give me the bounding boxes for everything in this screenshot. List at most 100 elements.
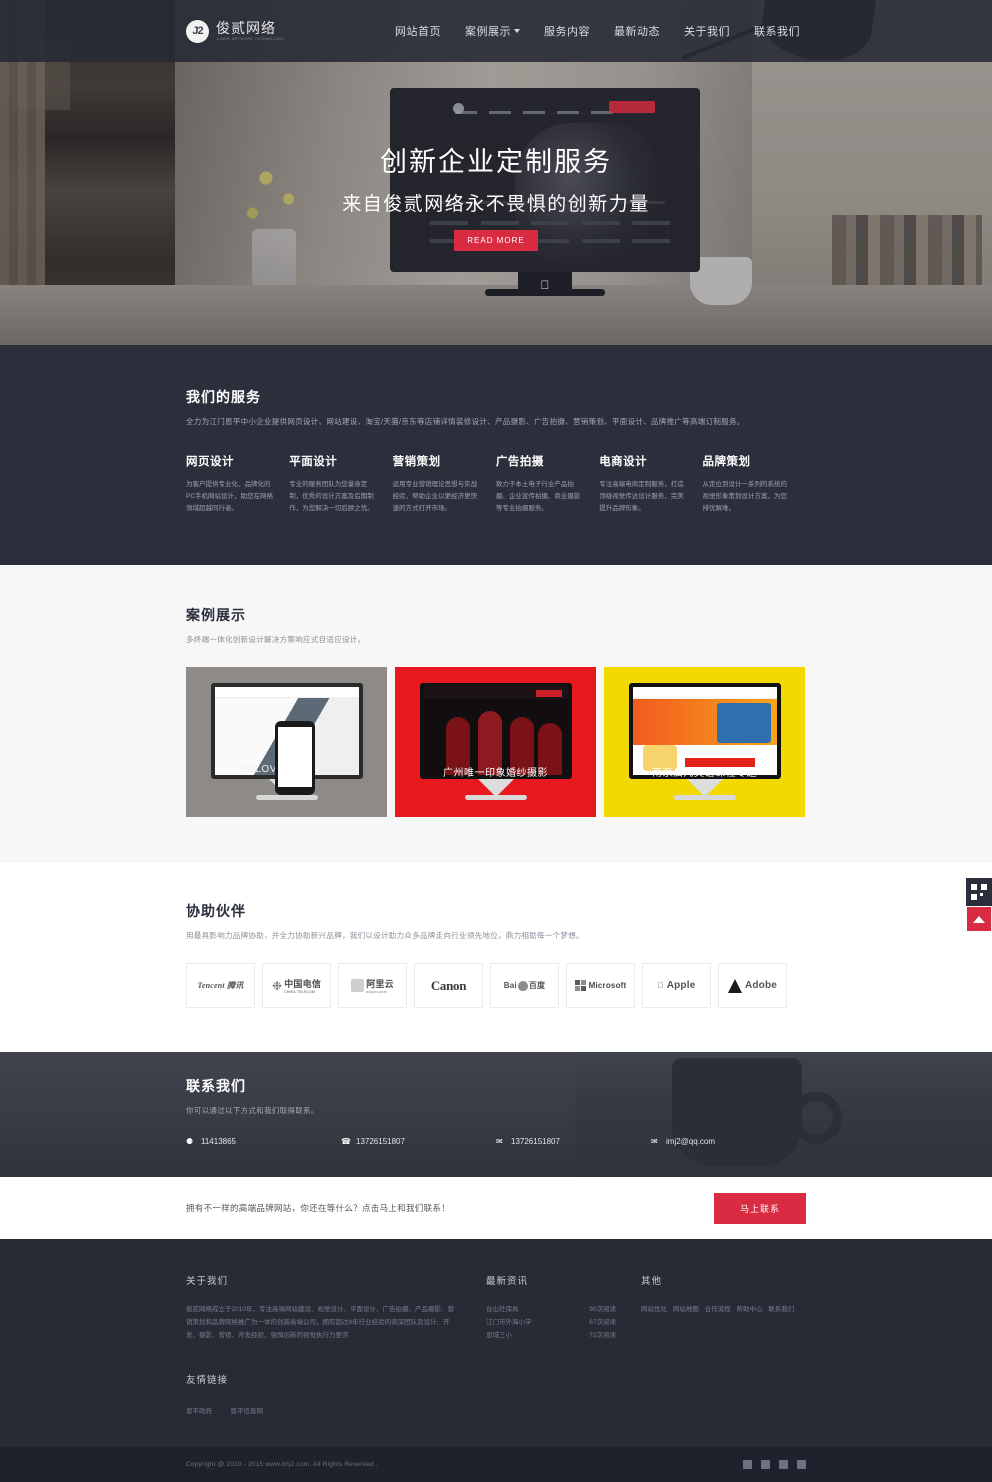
cta-bar: 拥有不一样的高端品牌网站，你还在等什么？点击马上和我们联系！ 马上联系	[0, 1177, 992, 1240]
site-logo[interactable]: J2 俊贰网络 JUNER NETWORK TECHNOLOGY	[186, 19, 285, 43]
partner-logo-apple[interactable]:  Apple	[642, 963, 711, 1009]
case-title: 南京启凡英语课程专题	[652, 768, 757, 780]
footer-link-contact[interactable]: 联系我们	[768, 1306, 794, 1313]
copyright-bar: Copyright @ 2010 - 2015 www.imj2.com. Al…	[0, 1446, 992, 1482]
service-title: 平面设计	[289, 456, 338, 469]
case-card-english[interactable]: 南京启凡英语课程专题	[604, 667, 805, 818]
friend-link-info[interactable]: 恩平信息网	[230, 1408, 263, 1415]
hero-read-more-button[interactable]: READ MORE	[454, 230, 538, 251]
cases-section: 案例展示 多终端一体化创新设计解决方案响应式自适应设计。 SOLOVE素乐 广州…	[0, 565, 992, 864]
service-title: 网页设计	[186, 456, 234, 469]
qrcode-widget[interactable]	[966, 878, 992, 906]
aliyun-mark-icon	[351, 979, 365, 993]
partner-label: Adobe	[744, 980, 778, 992]
cases-grid: SOLOVE素乐 广州唯一印象婚纱摄影 南京启凡英语课程专题	[186, 667, 806, 818]
services-title: 我们的服务	[186, 389, 261, 405]
news-meta: 90次阅读	[589, 1306, 616, 1314]
partner-logo-microsoft[interactable]: Microsoft	[566, 963, 635, 1009]
footer-link-seo[interactable]: 网站优化	[641, 1306, 667, 1313]
service-title: 营销策划	[392, 456, 441, 469]
nav-item-home[interactable]: 网站首页	[395, 23, 441, 39]
service-item-marketing[interactable]: 营销策划 运用专业营销理论思想与实战经验，帮助企业以更经济更快速的方式打开市场。	[393, 453, 496, 515]
hero-subtitle: 来自俊贰网络永不畏惧的创新力量	[342, 194, 650, 215]
footer-about-column: 关于我们 俊贰网络成立于2010年，专注高端网站建设、视觉设计、平面设计、广告拍…	[186, 1273, 486, 1342]
case-card-weddingphoto[interactable]: 广州唯一印象婚纱摄影	[395, 667, 596, 818]
nav-item-services[interactable]: 服务内容	[544, 23, 590, 39]
contact-item-email[interactable]: ✉ imj2@qq.com	[651, 1137, 806, 1146]
email-icon[interactable]	[797, 1460, 806, 1470]
partner-logo-tencent[interactable]: Tencent 腾讯	[186, 963, 255, 1009]
footer-about-text: 俊贰网络成立于2010年，专注高端网站建设、视觉设计、平面设计、广告拍摄、产品摄…	[186, 1306, 454, 1340]
back-to-top-button[interactable]	[966, 906, 992, 932]
partner-label-cn: 腾讯	[227, 981, 244, 991]
phone-icon: ☎	[341, 1136, 351, 1146]
nav-label: 联系我们	[754, 26, 800, 38]
service-item-graphic[interactable]: 平面设计 专业的服务团队为您量身定制，优秀的设计方案及后期制作，为您解决一切后顾…	[289, 453, 392, 515]
partner-logo-china-telecom[interactable]: ❉ 中国电信 CHINA TELECOM	[262, 963, 331, 1009]
contact-item-qq[interactable]: ⚈ 11413865	[186, 1137, 341, 1146]
nav-item-cases[interactable]: 案例展示	[465, 23, 520, 39]
contact-item-phone[interactable]: ☎ 13726151807	[341, 1137, 496, 1146]
service-desc: 从定位到设计一系列的系统的视觉形象策划设计方案，为您排忧解难。	[702, 481, 787, 513]
partners-section: 协助伙伴 用最具影响力品牌协助，并全力协助新兴品牌，我们以设计助力众多品牌走向行…	[0, 863, 992, 1053]
qq-icon[interactable]	[743, 1460, 752, 1470]
qr-code-icon	[971, 884, 987, 900]
side-widget	[966, 878, 992, 932]
partner-label-cn: 百度	[528, 981, 546, 991]
footer-friend-title: 友情链接	[186, 1375, 229, 1387]
cta-contact-button[interactable]: 马上联系	[713, 1192, 806, 1224]
hero-section:  创新企业定制服务 来自俊贰网络永不畏惧的创新力量 READ MORE J2 …	[0, 0, 992, 345]
service-item-branding[interactable]: 品牌策划 从定位到设计一系列的系统的视觉形象策划设计方案，为您排忧解难。	[702, 453, 805, 515]
nav-item-about[interactable]: 关于我们	[684, 23, 730, 39]
partner-logo-adobe[interactable]: Adobe	[718, 963, 787, 1009]
partner-logo-aliyun[interactable]: 阿里云 aliyun.com	[338, 963, 407, 1009]
service-desc: 专业的服务团队为您量身定制，优秀的设计方案及后期制作，为您解决一切后顾之忧。	[289, 481, 374, 513]
wechat-icon[interactable]	[779, 1460, 788, 1470]
partners-subtitle: 用最具影响力品牌协助，并全力协助新兴品牌，我们以设计助力众多品牌走向行业领先地位…	[186, 931, 584, 941]
footer-news-item[interactable]: 台山社保局 90次阅读	[486, 1303, 616, 1316]
nav-item-news[interactable]: 最新动态	[614, 23, 660, 39]
footer-news-item[interactable]: 恩城三小 72次阅读	[486, 1329, 616, 1342]
partner-logo-canon[interactable]: Canon	[414, 963, 483, 1009]
partner-logo-baidu[interactable]: Bai 百度	[490, 963, 559, 1009]
qq-icon: ⚈	[186, 1136, 194, 1146]
contact-value: 11413865	[201, 1136, 236, 1146]
wechat-icon: ✉	[496, 1136, 503, 1146]
footer-about-title: 关于我们	[186, 1276, 229, 1288]
footer-link-process[interactable]: 合作流程	[705, 1306, 731, 1313]
friend-link-gov[interactable]: 恩平政府	[186, 1408, 212, 1415]
nav-label: 最新动态	[614, 26, 660, 38]
microsoft-grid-icon	[574, 980, 586, 992]
footer-link-help[interactable]: 帮助中心	[736, 1306, 762, 1313]
service-title: 广告拍摄	[495, 456, 544, 469]
partner-label-en: aliyun.com	[366, 990, 387, 995]
apple-icon: 	[658, 981, 664, 990]
main-nav: 网站首页 案例展示 服务内容 最新动态 关于我们 联系我们	[395, 23, 806, 39]
service-desc: 致力于本土电子行业产品拍摄、企业宣传拍摄、商业摄影等专业拍摄服务。	[495, 481, 581, 513]
cases-title: 案例展示	[186, 607, 246, 624]
chevron-up-icon	[973, 915, 985, 923]
nav-item-contact[interactable]: 联系我们	[754, 23, 800, 39]
footer-link-sitemap[interactable]: 网站地图	[673, 1306, 699, 1313]
baidu-paw-icon	[517, 980, 528, 991]
contact-item-wechat[interactable]: ✉ 13726151807	[496, 1137, 651, 1146]
copyright-text: Copyright @ 2010 - 2015 www.imj2.com. Al…	[186, 1461, 378, 1469]
nav-label: 关于我们	[684, 26, 730, 38]
footer-news-item[interactable]: 江门市外海小学 67次阅读	[486, 1316, 616, 1329]
nav-label: 网站首页	[395, 26, 441, 38]
news-label: 江门市外海小学	[486, 1319, 532, 1327]
service-desc: 为客户提供专业化、品牌化的PC手机网站设计，助您在网络领域超越同行者。	[186, 481, 274, 513]
email-icon: ✉	[651, 1136, 658, 1146]
case-card-solove[interactable]: SOLOVE素乐	[186, 667, 387, 818]
nav-label: 案例展示	[465, 26, 511, 38]
contact-title: 联系我们	[186, 1078, 246, 1095]
service-item-adshoot[interactable]: 广告拍摄 致力于本土电子行业产品拍摄、企业宣传拍摄、商业摄影等专业拍摄服务。	[496, 453, 599, 515]
service-desc: 专注高端电商定制服务，打造顶级视觉传达设计服务，完美提升品牌形象。	[599, 481, 684, 513]
services-section: 我们的服务 全力为江门恩平中小企业提供网页设计、网站建设、淘宝/天猫/京东等店铺…	[0, 345, 992, 566]
contact-value: imj2@qq.com	[666, 1136, 716, 1146]
news-label: 恩城三小	[486, 1332, 512, 1340]
contact-value: 13726151807	[511, 1136, 560, 1146]
weibo-icon[interactable]	[761, 1460, 770, 1470]
service-item-webdesign[interactable]: 网页设计 为客户提供专业化、品牌化的PC手机网站设计，助您在网络领域超越同行者。	[186, 453, 289, 515]
service-item-ecommerce[interactable]: 电商设计 专注高端电商定制服务，打造顶级视觉传达设计服务，完美提升品牌形象。	[599, 453, 702, 515]
